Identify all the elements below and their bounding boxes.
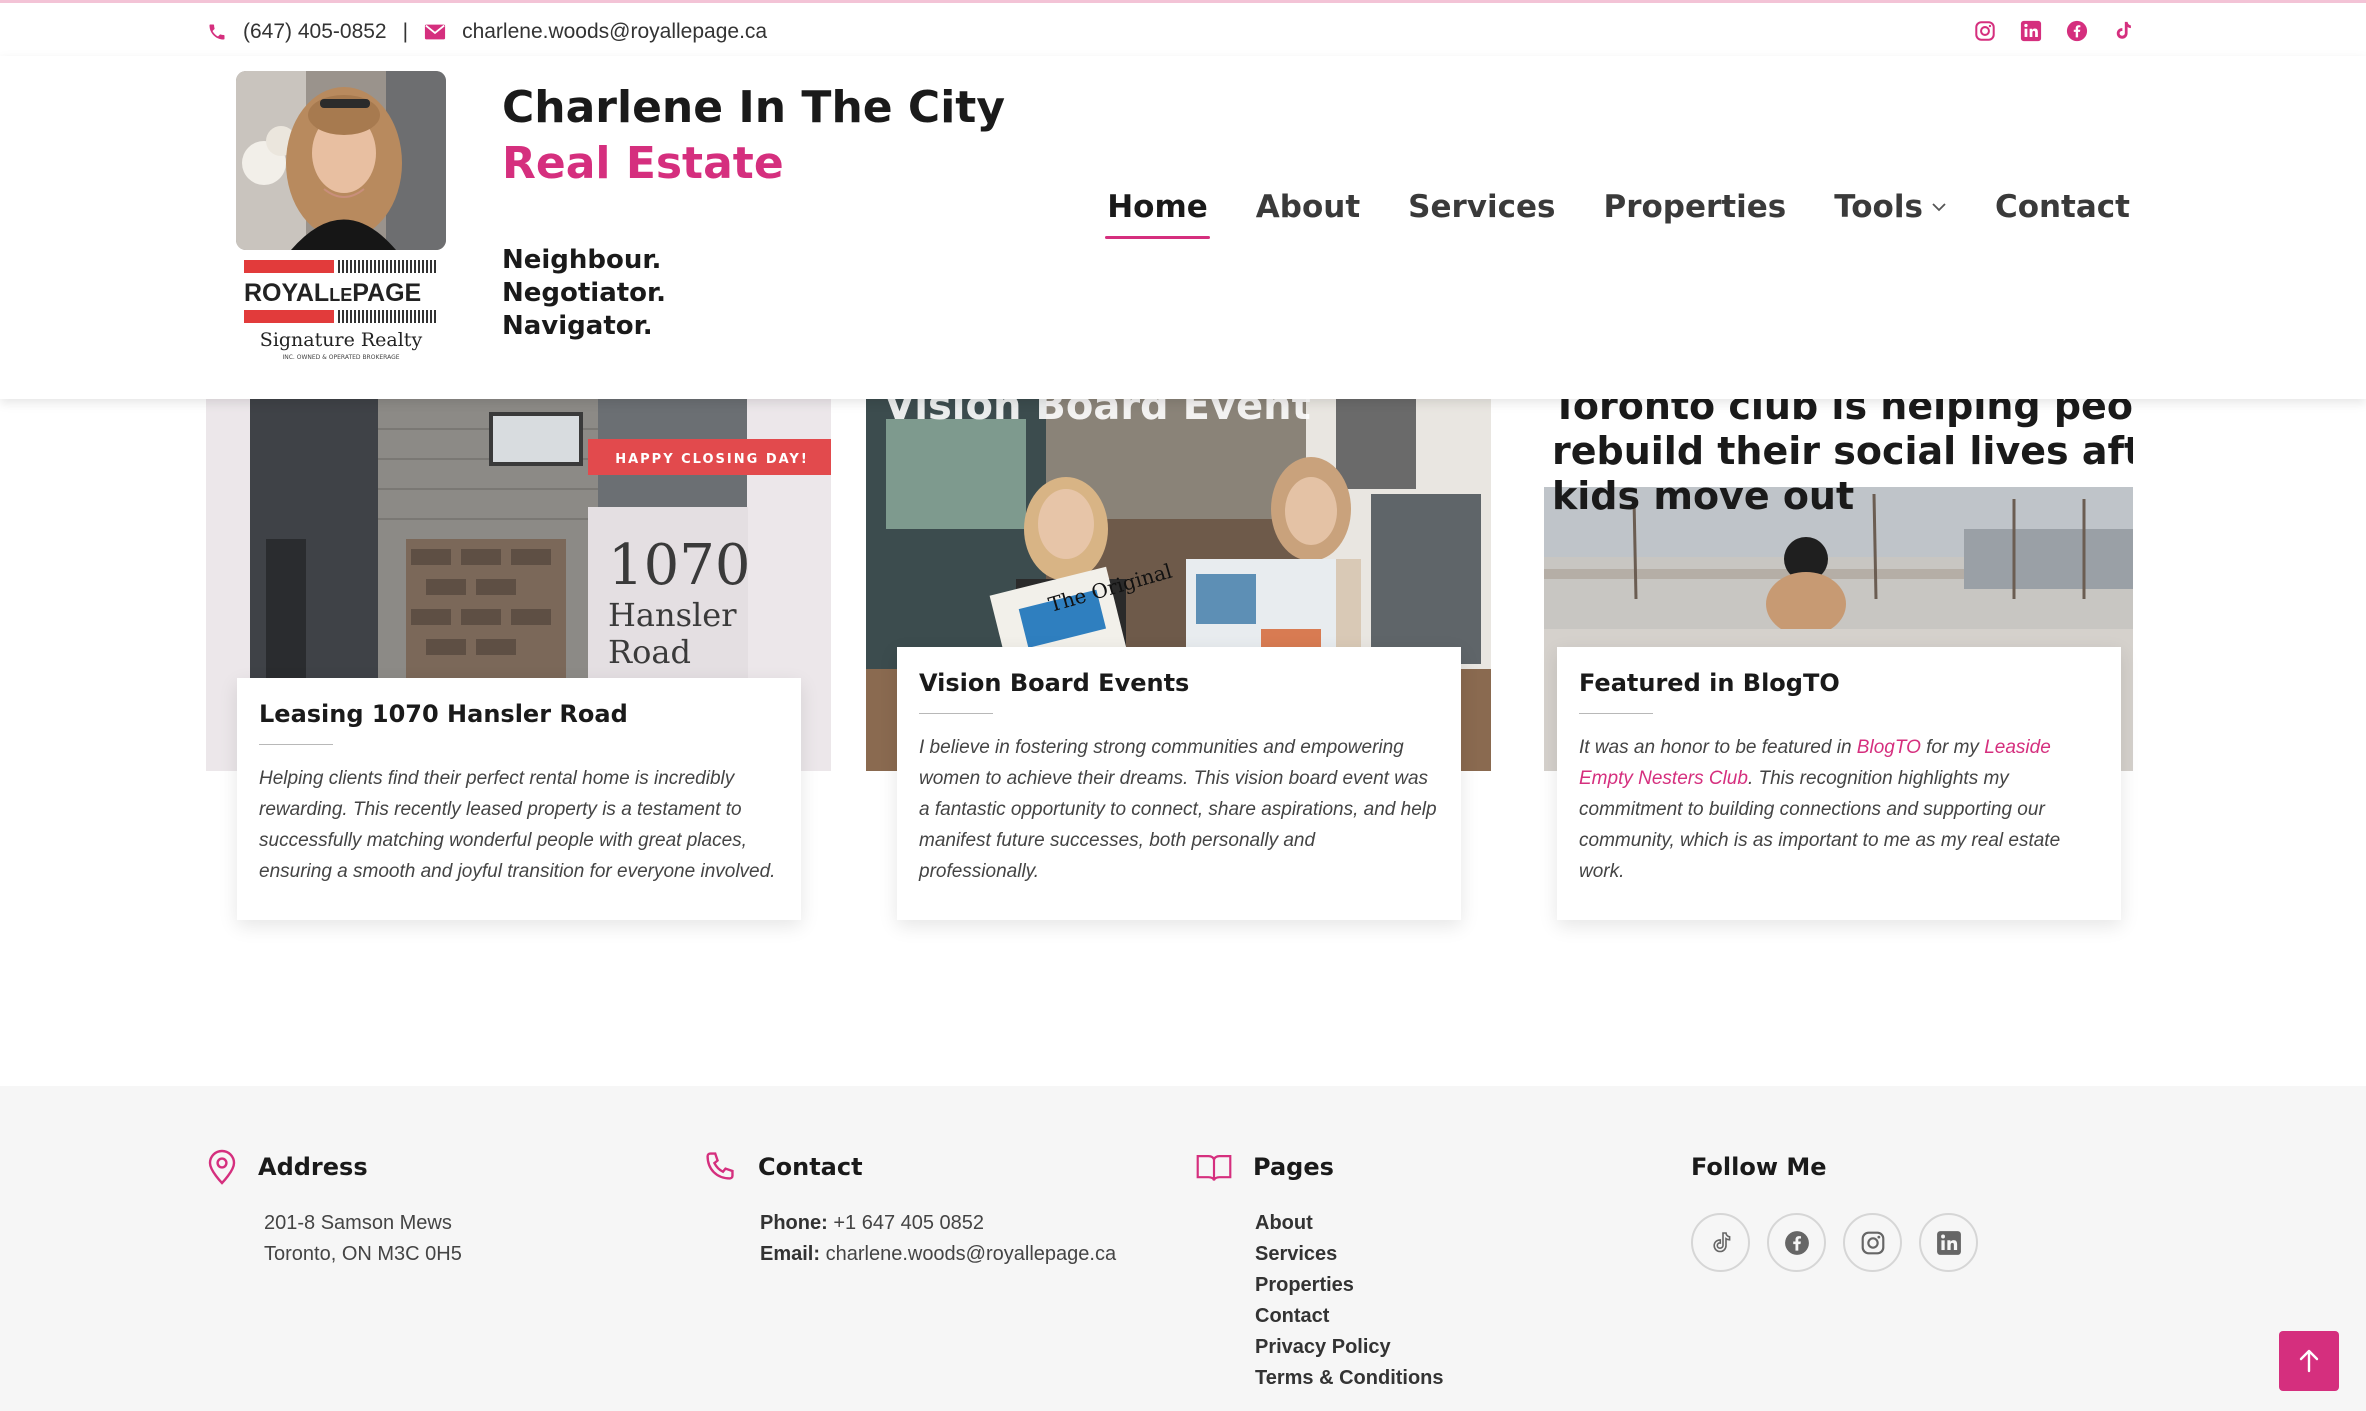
nav-item-about[interactable]: About: [1256, 189, 1360, 225]
footer-pages: Pages About Services Properties Contact …: [1195, 1142, 1635, 1394]
card-image-headline: rebuild their social lives after: [1552, 429, 2133, 473]
footer-link-properties[interactable]: Properties: [1255, 1270, 1635, 1301]
card-image-headline: kids move out: [1552, 474, 1854, 518]
logo-signature: Signature Realty: [260, 329, 423, 351]
card-vision-board: Vision Board Events I believe in fosteri…: [897, 647, 1461, 920]
email-icon: [424, 24, 446, 39]
card-image-street: Hansler: [608, 596, 737, 634]
footer-email[interactable]: Email: charlene.woods@royallepage.ca: [760, 1239, 1180, 1270]
card-blogto: Featured in BlogTO It was an honor to be…: [1557, 647, 2121, 920]
card-divider: [259, 744, 333, 745]
nav-item-home[interactable]: Home: [1105, 189, 1210, 239]
footer-link-services[interactable]: Services: [1255, 1239, 1635, 1270]
top-email-text: charlene.woods@royallepage.ca: [462, 19, 768, 43]
card-image-headline: Toronto club is helping people: [1552, 399, 2133, 428]
logo-royal: ROYAL: [244, 279, 329, 307]
phone-icon: [209, 24, 225, 39]
card-image-number: 1070: [608, 533, 751, 598]
footer-address-line: Toronto, ON M3C 0H5: [264, 1243, 462, 1265]
top-social-links: [1974, 20, 2136, 44]
top-bar-inner: (647) 405-0852 | charlene.woods@royallep…: [207, 6, 2136, 58]
footer-social-links: [1691, 1213, 2091, 1272]
card-body: I believe in fostering strong communitie…: [919, 737, 1437, 882]
top-bar: (647) 405-0852 | charlene.woods@royallep…: [0, 0, 2366, 58]
site-logo[interactable]: ROYALLEPAGE Signature Realty INC. OWNED …: [236, 71, 446, 371]
facebook-icon[interactable]: [2066, 20, 2090, 44]
blogto-link[interactable]: BlogTO: [1857, 737, 1921, 758]
footer-contact: Contact Phone: +1 647 405 0852 Email: ch…: [700, 1142, 1180, 1270]
site-header: ROYALLEPAGE Signature Realty INC. OWNED …: [0, 56, 2366, 399]
main-nav: Home About Services Properties Tools Con…: [1105, 189, 2130, 239]
arrow-up-icon: [2299, 1349, 2319, 1373]
tiktok-icon[interactable]: [1691, 1213, 1750, 1272]
card-divider: [919, 713, 993, 714]
site-footer: Address 201-8 Samson Mews Toronto, ON M3…: [0, 1086, 2366, 1411]
footer-contact-heading: Contact: [758, 1153, 863, 1181]
top-separator: |: [402, 19, 409, 43]
facebook-icon[interactable]: [1767, 1213, 1826, 1272]
tiktok-icon[interactable]: [2112, 20, 2136, 44]
footer-phone-value: +1 647 405 0852: [833, 1212, 985, 1234]
card-badge-text: HAPPY CLOSING DAY!: [615, 452, 809, 467]
royal-lepage-logo: ROYALLEPAGE Signature Realty INC. OWNED …: [236, 258, 446, 373]
phone-icon: [706, 1152, 734, 1180]
card-title[interactable]: Vision Board Events: [919, 669, 1439, 697]
card-divider: [1579, 713, 1653, 714]
logo-small-text: INC. OWNED & OPERATED BROKERAGE: [282, 354, 399, 361]
logo-le: LE: [329, 285, 352, 305]
tagline: Neighbour. Negotiator. Navigator.: [502, 244, 666, 343]
nav-item-services[interactable]: Services: [1408, 189, 1555, 225]
tagline-line: Negotiator.: [502, 278, 667, 308]
nav-item-properties[interactable]: Properties: [1604, 189, 1787, 225]
map-pin-icon: [208, 1149, 236, 1185]
card-body-text: It was an honor to be featured in: [1579, 737, 1857, 758]
footer-link-contact[interactable]: Contact: [1255, 1301, 1635, 1332]
card-body-text: for my: [1920, 737, 1985, 758]
nav-item-contact[interactable]: Contact: [1995, 189, 2130, 225]
footer-pages-heading: Pages: [1253, 1153, 1334, 1181]
footer-address: Address 201-8 Samson Mews Toronto, ON M3…: [206, 1142, 646, 1270]
tagline-line: Navigator.: [502, 311, 653, 341]
footer-phone-label: Phone:: [760, 1212, 828, 1234]
top-email-link[interactable]: charlene.woods@royallepage.ca: [424, 20, 767, 44]
footer-address-heading: Address: [258, 1153, 368, 1181]
footer-follow-heading: Follow Me: [1691, 1153, 1827, 1181]
book-icon: [1196, 1155, 1232, 1181]
footer-link-about[interactable]: About: [1255, 1208, 1635, 1239]
agent-portrait: [236, 71, 446, 250]
footer-email-label: Email:: [760, 1243, 821, 1265]
footer-link-terms[interactable]: Terms & Conditions: [1255, 1363, 1635, 1394]
footer-email-value: charlene.woods@royallepage.ca: [825, 1243, 1117, 1265]
svg-text:ROYALLEPAGE: ROYALLEPAGE: [244, 279, 421, 307]
nav-item-tools[interactable]: Tools: [1834, 189, 1947, 225]
card-hansler: Leasing 1070 Hansler Road Helping client…: [237, 678, 801, 920]
back-to-top-button[interactable]: [2279, 1331, 2339, 1391]
card-body: It was an honor to be featured in BlogTO…: [1579, 732, 2099, 887]
top-phone-text: (647) 405-0852: [243, 19, 387, 43]
card-title[interactable]: Featured in BlogTO: [1579, 669, 2099, 697]
chevron-down-icon: [1932, 203, 1946, 212]
card-image-street: Road: [608, 633, 691, 671]
tagline-line: Neighbour.: [502, 245, 662, 275]
linkedin-icon[interactable]: [1919, 1213, 1978, 1272]
instagram-icon[interactable]: [1974, 20, 1998, 44]
instagram-icon[interactable]: [1843, 1213, 1902, 1272]
nav-item-tools-label: Tools: [1834, 189, 1923, 225]
brand-title[interactable]: Charlene In The City Real Estate: [502, 80, 1005, 192]
brand-title-line1: Charlene In The City: [502, 82, 1006, 133]
linkedin-icon[interactable]: [2020, 20, 2044, 44]
footer-link-privacy[interactable]: Privacy Policy: [1255, 1332, 1635, 1363]
card-body: Helping clients find their perfect renta…: [259, 768, 776, 882]
footer-follow: Follow Me: [1691, 1142, 2091, 1272]
logo-page: PAGE: [352, 279, 421, 307]
footer-address-line: 201-8 Samson Mews: [264, 1212, 452, 1234]
footer-phone[interactable]: Phone: +1 647 405 0852: [760, 1208, 1180, 1239]
brand-title-line2: Real Estate: [502, 138, 784, 189]
top-phone-link[interactable]: (647) 405-0852: [207, 20, 387, 44]
card-image-headline: Vision Board Event: [884, 399, 1311, 429]
card-title[interactable]: Leasing 1070 Hansler Road: [259, 700, 779, 728]
